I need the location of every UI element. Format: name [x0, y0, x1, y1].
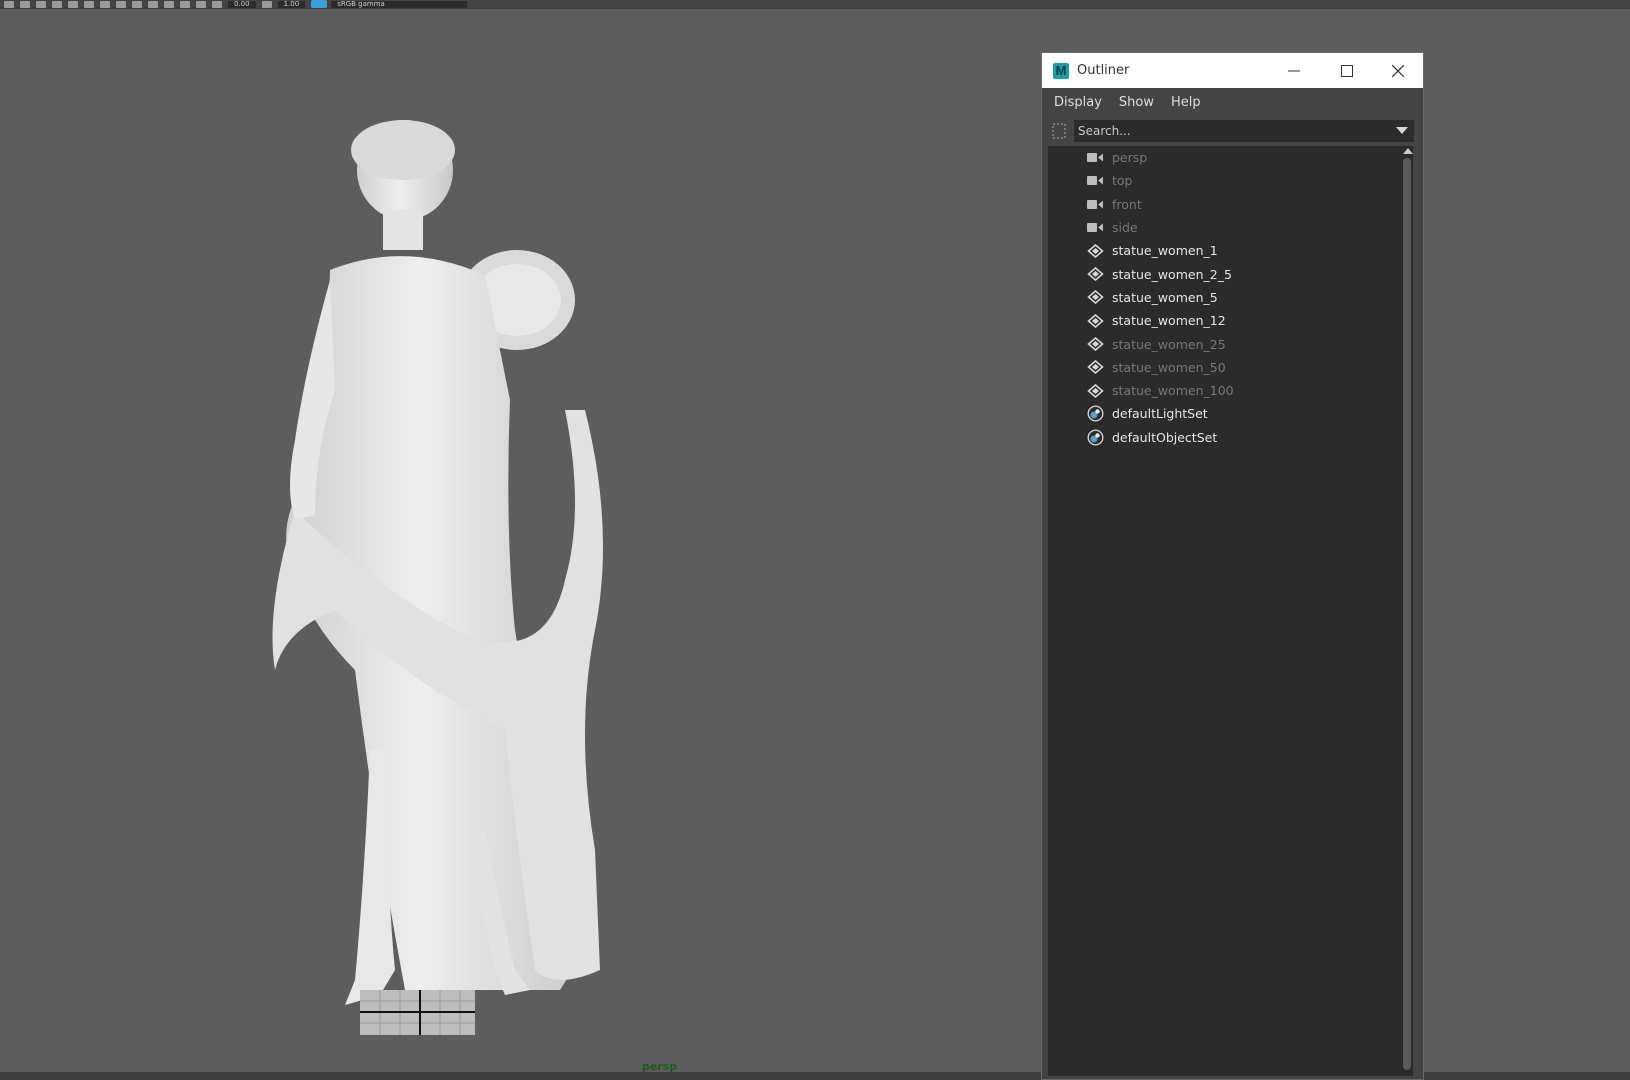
viewport-panel[interactable]: persp: [0, 10, 1040, 1073]
outliner-item-label: statue_women_50: [1112, 359, 1226, 375]
outliner-item-label: statue_women_12: [1112, 313, 1226, 329]
search-box: [1074, 120, 1414, 142]
outliner-item-label: defaultLightSet: [1112, 406, 1208, 422]
toolbar-tool-icon[interactable]: [84, 0, 94, 8]
camera-icon: [1087, 222, 1104, 233]
outliner-item[interactable]: defaultLightSet: [1048, 402, 1398, 425]
gamma-field[interactable]: 1.00: [277, 0, 306, 8]
camera-icon: [1087, 152, 1104, 163]
gamma-icon[interactable]: [261, 0, 272, 8]
outliner-window[interactable]: M Outliner Display Show Help persp top fro…: [1041, 52, 1424, 1080]
toolbar-tool-icon[interactable]: [68, 0, 78, 8]
toolbar-tool-icon[interactable]: [212, 0, 222, 8]
close-icon: [1392, 64, 1404, 77]
outliner-item[interactable]: defaultObjectSet: [1048, 426, 1398, 449]
toolbar-tool-icon[interactable]: [52, 0, 62, 8]
transform-icon: [1087, 267, 1104, 282]
outliner-titlebar[interactable]: M Outliner: [1042, 53, 1423, 88]
toolbar-tool-icon[interactable]: [132, 0, 142, 8]
search-input[interactable]: [1074, 120, 1380, 142]
toolbar-tool-icon[interactable]: [100, 0, 110, 8]
minimize-icon: [1288, 70, 1300, 71]
color-management-icon[interactable]: [311, 0, 328, 8]
transform-icon: [1087, 337, 1104, 352]
toolbar-tool-icon[interactable]: [36, 0, 46, 8]
scroll-thumb[interactable]: [1403, 158, 1411, 1070]
outliner-item[interactable]: statue_women_50: [1048, 356, 1398, 379]
toolbar-tool-icon[interactable]: [4, 0, 14, 8]
menu-show[interactable]: Show: [1119, 95, 1154, 110]
outliner-item[interactable]: statue_women_5: [1048, 286, 1398, 309]
outliner-item-label: statue_women_100: [1112, 383, 1234, 399]
toolbar-tool-icon[interactable]: [116, 0, 126, 8]
outliner-item[interactable]: front: [1048, 193, 1398, 216]
outliner-items: persp top front side statue_women_1 statue_wo…: [1048, 146, 1398, 449]
search-row: [1042, 117, 1423, 145]
outliner-list[interactable]: persp top front side statue_women_1 statue_wo…: [1048, 146, 1413, 1076]
outliner-item-label: statue_women_5: [1112, 289, 1218, 305]
vertical-scrollbar[interactable]: [1401, 146, 1413, 1076]
maximize-button[interactable]: [1324, 53, 1370, 88]
toolbar-tool-icon[interactable]: [180, 0, 190, 8]
set-icon: [1087, 429, 1104, 446]
outliner-item[interactable]: statue_women_1: [1048, 239, 1398, 262]
outliner-item-label: statue_women_1: [1112, 243, 1218, 259]
top-toolbar: 0.00 1.00 sRGB gamma: [0, 0, 1630, 9]
statue-model[interactable]: [255, 110, 655, 1070]
minimize-button[interactable]: [1271, 53, 1317, 88]
close-button[interactable]: [1375, 53, 1421, 88]
outliner-item-label: side: [1112, 220, 1138, 236]
menu-display[interactable]: Display: [1054, 95, 1102, 110]
transform-icon: [1087, 313, 1104, 328]
camera-icon: [1087, 199, 1104, 210]
scroll-up-icon[interactable]: [1403, 148, 1413, 154]
transform-icon: [1087, 243, 1104, 258]
maximize-icon: [1341, 64, 1353, 77]
set-icon: [1087, 405, 1104, 422]
color-space-selector[interactable]: sRGB gamma: [311, 0, 468, 8]
outliner-item[interactable]: statue_women_2_5: [1048, 262, 1398, 285]
outliner-item-label: statue_women_25: [1112, 336, 1226, 352]
outliner-item-label: persp: [1112, 150, 1148, 166]
exposure-field[interactable]: 0.00: [228, 0, 256, 8]
transform-icon: [1087, 360, 1104, 375]
filter-icon[interactable]: [1050, 122, 1068, 140]
toolbar-tool-icon[interactable]: [20, 0, 30, 8]
maya-logo-icon: M: [1053, 62, 1069, 79]
outliner-item-label: defaultObjectSet: [1112, 429, 1218, 445]
outliner-menubar: Display Show Help: [1042, 88, 1423, 117]
outliner-item-label: front: [1112, 196, 1142, 212]
search-dropdown-icon[interactable]: [1396, 127, 1408, 134]
outliner-item[interactable]: statue_women_100: [1048, 379, 1398, 402]
toolbar-tool-icon[interactable]: [164, 0, 174, 8]
transform-icon: [1087, 383, 1104, 398]
color-space-label: sRGB gamma: [331, 0, 468, 8]
window-title: Outliner: [1077, 63, 1130, 78]
transform-icon: [1087, 290, 1104, 305]
toolbar-tool-icon[interactable]: [148, 0, 158, 8]
outliner-item-label: top: [1112, 173, 1133, 189]
camera-icon: [1087, 175, 1104, 186]
outliner-item[interactable]: statue_women_25: [1048, 332, 1398, 355]
outliner-item-label: statue_women_2_5: [1112, 266, 1232, 282]
outliner-item[interactable]: top: [1048, 169, 1398, 192]
toolbar-tool-icon[interactable]: [196, 0, 206, 8]
outliner-item[interactable]: persp: [1048, 146, 1398, 169]
outliner-item[interactable]: side: [1048, 216, 1398, 239]
outliner-item[interactable]: statue_women_12: [1048, 309, 1398, 332]
menu-help[interactable]: Help: [1171, 95, 1201, 110]
